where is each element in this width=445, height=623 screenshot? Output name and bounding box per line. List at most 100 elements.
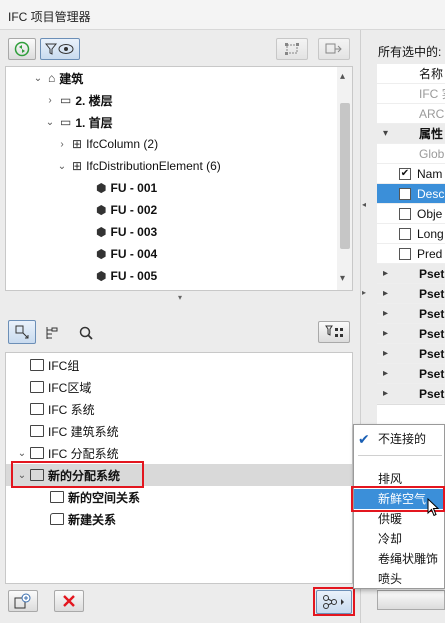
property-checkbox[interactable] bbox=[399, 227, 411, 240]
tree-row-label: IfcColumn (2) bbox=[86, 137, 159, 151]
property-row[interactable]: ▸ Pset bbox=[377, 304, 445, 324]
property-row[interactable]: ▾ 属性 bbox=[377, 124, 445, 144]
group-tree-row[interactable]: 新建关系 bbox=[6, 508, 352, 530]
collapse-right-icon[interactable]: ▸ bbox=[362, 288, 366, 297]
property-row[interactable]: ▸ Pset bbox=[377, 324, 445, 344]
scroll-down-icon[interactable]: ▾ bbox=[340, 273, 345, 284]
property-row[interactable]: Pred bbox=[377, 244, 445, 264]
group-chevron-icon[interactable]: ▸ bbox=[383, 328, 419, 339]
property-checkbox[interactable] bbox=[399, 187, 411, 200]
group-chevron-icon[interactable]: ▾ bbox=[383, 128, 419, 139]
building-system-icon bbox=[30, 425, 44, 437]
assign-system-icon bbox=[325, 325, 343, 337]
group-tree-row[interactable]: 新的空间关系 bbox=[6, 486, 352, 508]
assign-button[interactable] bbox=[318, 38, 350, 60]
group-chevron-icon[interactable]: ▸ bbox=[383, 288, 419, 299]
property-row[interactable]: Long bbox=[377, 224, 445, 244]
collapse-left-icon[interactable]: ◂ bbox=[362, 200, 366, 209]
splitter-handle[interactable]: ▾ bbox=[174, 293, 186, 302]
property-row[interactable]: 名称 bbox=[377, 64, 445, 84]
right-action-button[interactable] bbox=[377, 590, 445, 610]
group-tree-row[interactable]: IFC 系统 bbox=[6, 398, 352, 420]
property-group-label: Pset bbox=[419, 306, 445, 321]
group-chevron-icon[interactable]: ▸ bbox=[383, 348, 419, 359]
property-row[interactable]: Obje bbox=[377, 204, 445, 224]
tree-row[interactable]: ⌄ ▭ 1. 首层 bbox=[6, 111, 352, 133]
expand-chevron-icon[interactable]: ⌄ bbox=[44, 117, 56, 128]
menu-item[interactable]: 冷却 bbox=[354, 529, 445, 549]
expand-chevron-icon[interactable]: ⌄ bbox=[32, 73, 44, 84]
tree-row[interactable]: ⌄ ⊞ IfcDistributionElement (6) bbox=[6, 155, 352, 177]
property-label: 名称 bbox=[419, 67, 444, 81]
property-row[interactable]: ▸ Pset bbox=[377, 284, 445, 304]
property-row[interactable]: ▸ Pset bbox=[377, 384, 445, 404]
delete-icon bbox=[63, 595, 75, 607]
property-checkbox[interactable] bbox=[399, 207, 411, 220]
property-group-label: Pset bbox=[419, 386, 445, 401]
property-row[interactable]: ▸ Pset bbox=[377, 364, 445, 384]
property-row[interactable]: ARCH bbox=[377, 104, 445, 124]
checkmark-icon: ✔ bbox=[358, 431, 370, 447]
structure-button[interactable] bbox=[276, 38, 308, 60]
expand-chevron-icon[interactable]: › bbox=[44, 95, 56, 106]
search-icon[interactable] bbox=[78, 325, 96, 341]
tree-row[interactable]: › ⊞ IfcColumn (2) bbox=[6, 133, 352, 155]
filter-view-toggle[interactable] bbox=[40, 38, 80, 60]
refresh-button[interactable] bbox=[8, 38, 36, 60]
system-icon bbox=[30, 403, 44, 415]
group-tree-row[interactable]: IFC 建筑系统 bbox=[6, 420, 352, 442]
scroll-thumb[interactable] bbox=[340, 103, 350, 249]
annotation-box-dropdown bbox=[313, 587, 355, 616]
tree-row-label: FU - 003 bbox=[110, 225, 158, 239]
menu-item[interactable]: 喷头 bbox=[354, 569, 445, 589]
assign-system-button[interactable] bbox=[318, 321, 350, 343]
tree-row[interactable]: ⬢ FU - 002 bbox=[6, 199, 352, 221]
new-group-button[interactable] bbox=[8, 590, 38, 612]
tree-row[interactable]: ⬢ FU - 001 bbox=[6, 177, 352, 199]
group-tree-row[interactable]: IFC区域 bbox=[6, 376, 352, 398]
property-row[interactable]: ✔ Nam bbox=[377, 164, 445, 184]
menu-item[interactable]: 卷绳状雕饰 bbox=[354, 549, 445, 569]
group-chevron-icon[interactable]: ▸ bbox=[383, 308, 419, 319]
assign-icon bbox=[325, 43, 342, 54]
tree-node-icon: ⬢ bbox=[96, 269, 107, 283]
property-label: Obje bbox=[417, 206, 443, 221]
group-tree-row[interactable]: IFC组 bbox=[6, 354, 352, 376]
group-chevron-icon[interactable]: ▸ bbox=[383, 388, 419, 399]
group-chevron-icon[interactable]: ▸ bbox=[383, 368, 419, 379]
property-row[interactable]: ▸ Pset bbox=[377, 344, 445, 364]
expand-chevron-icon[interactable]: › bbox=[56, 139, 68, 150]
tree-row-label: FU - 002 bbox=[110, 203, 158, 217]
group-tree-label: IFC 建筑系统 bbox=[48, 424, 119, 439]
tree-scrollbar[interactable]: ▴ ▾ bbox=[337, 67, 352, 290]
tree-row[interactable]: › ▭ 2. 楼层 bbox=[6, 89, 352, 111]
property-label: Long bbox=[417, 226, 444, 241]
tree-node-icon: ⬢ bbox=[96, 181, 107, 195]
tree-row[interactable]: ⬢ FU - 003 bbox=[6, 221, 352, 243]
group-view-button[interactable] bbox=[8, 320, 36, 344]
property-checkbox[interactable]: ✔ bbox=[399, 167, 411, 180]
menu-separator bbox=[358, 455, 442, 456]
property-label: Desc bbox=[417, 186, 445, 201]
property-row[interactable]: Desc bbox=[377, 184, 445, 204]
tree-row[interactable]: ⬢ FU - 005 bbox=[6, 265, 352, 287]
tree-node-icon: ⌂ bbox=[48, 71, 56, 85]
tree-row[interactable]: ⌄ ⌂ 建筑 bbox=[6, 67, 352, 89]
expand-chevron-icon[interactable]: ⌄ bbox=[56, 161, 68, 172]
hierarchy-icon[interactable] bbox=[44, 325, 62, 341]
property-checkbox[interactable] bbox=[399, 247, 411, 260]
scroll-up-icon[interactable]: ▴ bbox=[340, 71, 345, 82]
group-tree-label: IFC 分配系统 bbox=[48, 446, 119, 461]
property-row[interactable]: Glob bbox=[377, 144, 445, 164]
selection-header: 所有选中的: bbox=[378, 45, 442, 59]
property-row[interactable]: ▸ Pset bbox=[377, 264, 445, 284]
tree-row[interactable]: ⬢ FU - 004 bbox=[6, 243, 352, 265]
delete-button[interactable] bbox=[54, 590, 84, 612]
distribution-system-icon bbox=[30, 447, 44, 459]
property-row[interactable]: IFC 实 bbox=[377, 84, 445, 104]
expand-chevron-icon[interactable]: ⌄ bbox=[16, 448, 28, 459]
property-label: Glob bbox=[419, 146, 445, 161]
tree-row-label: 1. 首层 bbox=[75, 115, 113, 130]
menu-item-unconnected[interactable]: ✔ 不连接的 bbox=[354, 429, 445, 449]
group-chevron-icon[interactable]: ▸ bbox=[383, 268, 419, 279]
